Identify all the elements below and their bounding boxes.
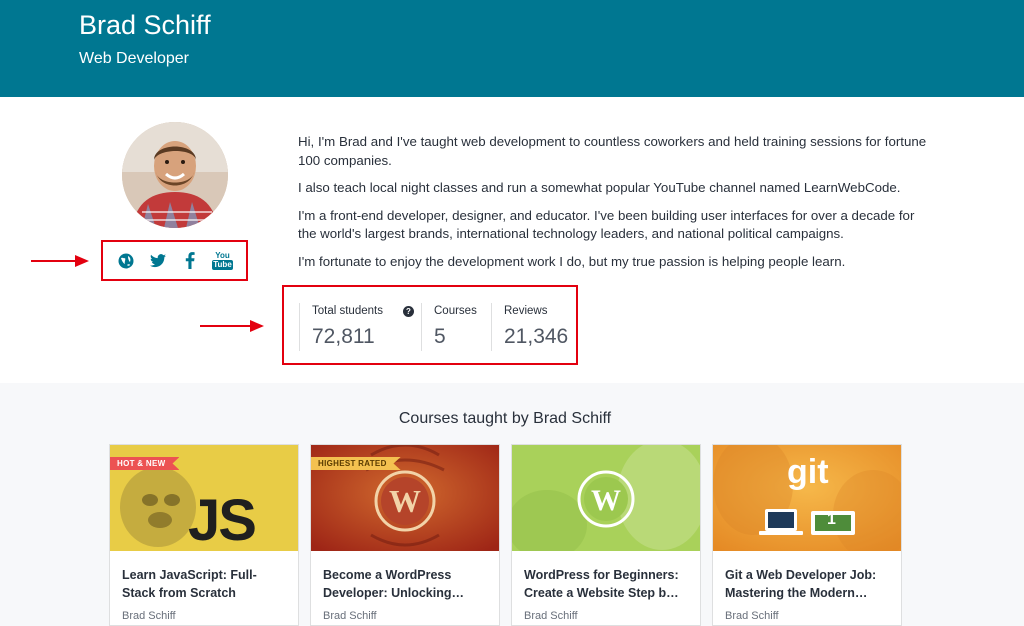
instructor-name: Brad Schiff (79, 10, 211, 40)
course-card[interactable]: git 1 Git a Web Developer Job: Mastering… (712, 444, 902, 626)
stat-label-row: Reviews (504, 303, 568, 319)
facebook-icon[interactable] (181, 252, 199, 270)
course-author: Brad Schiff (524, 610, 578, 622)
stat-label-row: Total students ? (312, 303, 414, 319)
course-title[interactable]: WordPress for Beginners: Create a Websit… (524, 566, 692, 602)
stat-label-row: Courses (434, 303, 477, 319)
course-badge: HOT & NEW (110, 457, 180, 470)
stat-label: Courses (434, 305, 477, 317)
stat-value: 21,346 (504, 325, 569, 348)
stat-reviews: Reviews 21,346 (491, 303, 568, 351)
wordpress-icon: W (389, 483, 421, 519)
youtube-icon-text: You (215, 250, 230, 260)
bio-paragraph: I'm a front-end developer, designer, and… (298, 207, 915, 242)
avatar (122, 122, 228, 228)
stat-courses: Courses 5 (421, 303, 477, 351)
profile-header: Brad Schiff Web Developer (0, 0, 1024, 97)
course-badge: HIGHEST RATED (311, 457, 401, 470)
courses-heading: Courses taught by Brad Schiff (398, 410, 612, 427)
course-title[interactable]: Git a Web Developer Job: Mastering the M… (725, 566, 893, 602)
instructor-bio: Hi, I'm Brad and I've taught web develop… (298, 133, 928, 280)
course-title[interactable]: Become a WordPress Developer: Unlocking… (323, 566, 491, 602)
annotation-arrow-stats (200, 320, 264, 332)
twitter-icon[interactable] (149, 252, 167, 270)
globe-icon[interactable] (117, 252, 135, 270)
stat-value: 5 (434, 325, 446, 348)
bio-paragraph: I also teach local night classes and run… (298, 180, 901, 195)
instructor-stats: Total students ? 72,811 Courses 5 Review… (282, 285, 578, 365)
stat-label: Reviews (504, 305, 548, 317)
bio-paragraph: Hi, I'm Brad and I've taught web develop… (298, 134, 927, 168)
course-thumb-logo: JS (188, 488, 257, 551)
stat-value: 72,811 (312, 325, 375, 348)
course-card[interactable]: W WordPress for Beginners: Create a Webs… (511, 444, 701, 626)
stat-label: Total students (312, 305, 383, 317)
course-thumbnail: W (512, 445, 700, 551)
stat-total-students: Total students ? 72,811 (299, 303, 414, 351)
course-card[interactable]: HOT & NEW JS Learn JavaScript: Full-Stac… (109, 444, 299, 626)
course-thumb-logo: git (787, 453, 829, 491)
wordpress-icon: W (591, 484, 621, 517)
course-author: Brad Schiff (323, 610, 377, 622)
money-icon-value: 1 (827, 511, 836, 528)
youtube-icon[interactable]: You Tube (212, 250, 233, 270)
course-author: Brad Schiff (122, 610, 176, 622)
course-thumbnail: HOT & NEW JS (110, 445, 298, 551)
social-links: You Tube (101, 240, 248, 281)
instructor-role: Web Developer (79, 50, 189, 67)
course-thumbnail: git 1 (713, 445, 901, 551)
course-author: Brad Schiff (725, 610, 779, 622)
annotation-arrow-social (31, 255, 89, 267)
help-icon[interactable]: ? (402, 305, 414, 317)
course-title[interactable]: Learn JavaScript: Full-Stack from Scratc… (122, 566, 290, 602)
laptop-icon (759, 509, 803, 535)
bio-paragraph: I'm fortunate to enjoy the development w… (298, 253, 846, 269)
youtube-icon-text-box: Tube (212, 259, 233, 270)
course-thumbnail: W HIGHEST RATED (311, 445, 499, 551)
course-card[interactable]: W HIGHEST RATED Become a WordPress Devel… (310, 444, 500, 626)
